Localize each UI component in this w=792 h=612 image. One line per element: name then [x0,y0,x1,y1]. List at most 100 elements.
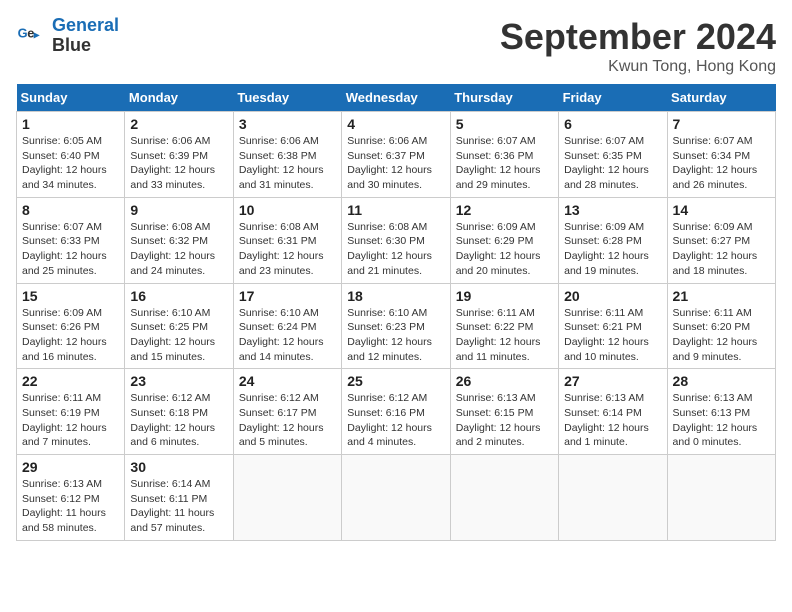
calendar-cell: 15 Sunrise: 6:09 AM Sunset: 6:26 PM Dayl… [17,283,125,369]
calendar-cell: 5 Sunrise: 6:07 AM Sunset: 6:36 PM Dayli… [450,112,558,198]
calendar-cell [559,455,667,541]
day-number: 30 [130,459,227,475]
calendar-cell: 25 Sunrise: 6:12 AM Sunset: 6:16 PM Dayl… [342,369,450,455]
col-header-wednesday: Wednesday [342,84,450,112]
day-number: 7 [673,116,770,132]
day-number: 27 [564,373,661,389]
calendar-week-row: 22 Sunrise: 6:11 AM Sunset: 6:19 PM Dayl… [17,369,776,455]
calendar-cell: 21 Sunrise: 6:11 AM Sunset: 6:20 PM Dayl… [667,283,775,369]
calendar-cell: 17 Sunrise: 6:10 AM Sunset: 6:24 PM Dayl… [233,283,341,369]
calendar-cell: 3 Sunrise: 6:06 AM Sunset: 6:38 PM Dayli… [233,112,341,198]
calendar-week-row: 1 Sunrise: 6:05 AM Sunset: 6:40 PM Dayli… [17,112,776,198]
calendar-cell: 9 Sunrise: 6:08 AM Sunset: 6:32 PM Dayli… [125,197,233,283]
day-number: 10 [239,202,336,218]
calendar-cell: 8 Sunrise: 6:07 AM Sunset: 6:33 PM Dayli… [17,197,125,283]
day-info: Sunrise: 6:10 AM Sunset: 6:25 PM Dayligh… [130,306,227,365]
calendar-cell: 27 Sunrise: 6:13 AM Sunset: 6:14 PM Dayl… [559,369,667,455]
day-number: 24 [239,373,336,389]
day-number: 21 [673,288,770,304]
day-info: Sunrise: 6:07 AM Sunset: 6:34 PM Dayligh… [673,134,770,193]
day-info: Sunrise: 6:13 AM Sunset: 6:14 PM Dayligh… [564,391,661,450]
calendar-cell: 7 Sunrise: 6:07 AM Sunset: 6:34 PM Dayli… [667,112,775,198]
col-header-tuesday: Tuesday [233,84,341,112]
calendar-week-row: 29 Sunrise: 6:13 AM Sunset: 6:12 PM Dayl… [17,455,776,541]
calendar-cell: 29 Sunrise: 6:13 AM Sunset: 6:12 PM Dayl… [17,455,125,541]
day-info: Sunrise: 6:12 AM Sunset: 6:17 PM Dayligh… [239,391,336,450]
day-info: Sunrise: 6:12 AM Sunset: 6:16 PM Dayligh… [347,391,444,450]
calendar-cell: 10 Sunrise: 6:08 AM Sunset: 6:31 PM Dayl… [233,197,341,283]
day-number: 25 [347,373,444,389]
logo: G e ▶ GeneralBlue [16,16,119,56]
calendar-cell: 12 Sunrise: 6:09 AM Sunset: 6:29 PM Dayl… [450,197,558,283]
day-number: 17 [239,288,336,304]
day-info: Sunrise: 6:08 AM Sunset: 6:30 PM Dayligh… [347,220,444,279]
calendar-cell: 13 Sunrise: 6:09 AM Sunset: 6:28 PM Dayl… [559,197,667,283]
day-info: Sunrise: 6:06 AM Sunset: 6:38 PM Dayligh… [239,134,336,193]
day-number: 12 [456,202,553,218]
col-header-sunday: Sunday [17,84,125,112]
day-info: Sunrise: 6:05 AM Sunset: 6:40 PM Dayligh… [22,134,119,193]
day-number: 11 [347,202,444,218]
day-info: Sunrise: 6:06 AM Sunset: 6:37 PM Dayligh… [347,134,444,193]
calendar-cell: 16 Sunrise: 6:10 AM Sunset: 6:25 PM Dayl… [125,283,233,369]
day-info: Sunrise: 6:07 AM Sunset: 6:35 PM Dayligh… [564,134,661,193]
day-info: Sunrise: 6:11 AM Sunset: 6:21 PM Dayligh… [564,306,661,365]
day-info: Sunrise: 6:14 AM Sunset: 6:11 PM Dayligh… [130,477,227,536]
day-info: Sunrise: 6:09 AM Sunset: 6:28 PM Dayligh… [564,220,661,279]
day-info: Sunrise: 6:08 AM Sunset: 6:32 PM Dayligh… [130,220,227,279]
day-number: 15 [22,288,119,304]
logo-icon: G e ▶ [16,20,48,52]
location-subtitle: Kwun Tong, Hong Kong [500,58,776,76]
day-info: Sunrise: 6:13 AM Sunset: 6:15 PM Dayligh… [456,391,553,450]
day-info: Sunrise: 6:07 AM Sunset: 6:36 PM Dayligh… [456,134,553,193]
day-number: 4 [347,116,444,132]
day-number: 1 [22,116,119,132]
day-info: Sunrise: 6:09 AM Sunset: 6:27 PM Dayligh… [673,220,770,279]
calendar-header-row: SundayMondayTuesdayWednesdayThursdayFrid… [17,84,776,112]
day-number: 19 [456,288,553,304]
calendar-cell: 2 Sunrise: 6:06 AM Sunset: 6:39 PM Dayli… [125,112,233,198]
day-number: 29 [22,459,119,475]
svg-text:G: G [18,25,28,40]
day-info: Sunrise: 6:09 AM Sunset: 6:26 PM Dayligh… [22,306,119,365]
day-info: Sunrise: 6:06 AM Sunset: 6:39 PM Dayligh… [130,134,227,193]
day-info: Sunrise: 6:10 AM Sunset: 6:23 PM Dayligh… [347,306,444,365]
day-info: Sunrise: 6:11 AM Sunset: 6:22 PM Dayligh… [456,306,553,365]
day-number: 2 [130,116,227,132]
day-number: 13 [564,202,661,218]
calendar-table: SundayMondayTuesdayWednesdayThursdayFrid… [16,84,776,541]
day-info: Sunrise: 6:11 AM Sunset: 6:20 PM Dayligh… [673,306,770,365]
day-info: Sunrise: 6:07 AM Sunset: 6:33 PM Dayligh… [22,220,119,279]
month-title: September 2024 [500,16,776,58]
day-info: Sunrise: 6:13 AM Sunset: 6:13 PM Dayligh… [673,391,770,450]
calendar-cell [450,455,558,541]
day-number: 6 [564,116,661,132]
calendar-cell: 28 Sunrise: 6:13 AM Sunset: 6:13 PM Dayl… [667,369,775,455]
col-header-thursday: Thursday [450,84,558,112]
calendar-cell [233,455,341,541]
calendar-cell: 24 Sunrise: 6:12 AM Sunset: 6:17 PM Dayl… [233,369,341,455]
logo-text: GeneralBlue [52,16,119,56]
page-header: G e ▶ GeneralBlue September 2024 Kwun To… [16,16,776,76]
day-info: Sunrise: 6:13 AM Sunset: 6:12 PM Dayligh… [22,477,119,536]
day-number: 16 [130,288,227,304]
calendar-week-row: 8 Sunrise: 6:07 AM Sunset: 6:33 PM Dayli… [17,197,776,283]
calendar-cell [342,455,450,541]
calendar-cell: 22 Sunrise: 6:11 AM Sunset: 6:19 PM Dayl… [17,369,125,455]
day-info: Sunrise: 6:12 AM Sunset: 6:18 PM Dayligh… [130,391,227,450]
calendar-cell [667,455,775,541]
day-number: 14 [673,202,770,218]
calendar-cell: 6 Sunrise: 6:07 AM Sunset: 6:35 PM Dayli… [559,112,667,198]
day-info: Sunrise: 6:11 AM Sunset: 6:19 PM Dayligh… [22,391,119,450]
day-info: Sunrise: 6:10 AM Sunset: 6:24 PM Dayligh… [239,306,336,365]
calendar-cell: 20 Sunrise: 6:11 AM Sunset: 6:21 PM Dayl… [559,283,667,369]
day-number: 18 [347,288,444,304]
col-header-friday: Friday [559,84,667,112]
calendar-week-row: 15 Sunrise: 6:09 AM Sunset: 6:26 PM Dayl… [17,283,776,369]
day-number: 22 [22,373,119,389]
calendar-cell: 11 Sunrise: 6:08 AM Sunset: 6:30 PM Dayl… [342,197,450,283]
col-header-monday: Monday [125,84,233,112]
svg-text:▶: ▶ [34,30,41,39]
calendar-cell: 26 Sunrise: 6:13 AM Sunset: 6:15 PM Dayl… [450,369,558,455]
calendar-cell: 4 Sunrise: 6:06 AM Sunset: 6:37 PM Dayli… [342,112,450,198]
